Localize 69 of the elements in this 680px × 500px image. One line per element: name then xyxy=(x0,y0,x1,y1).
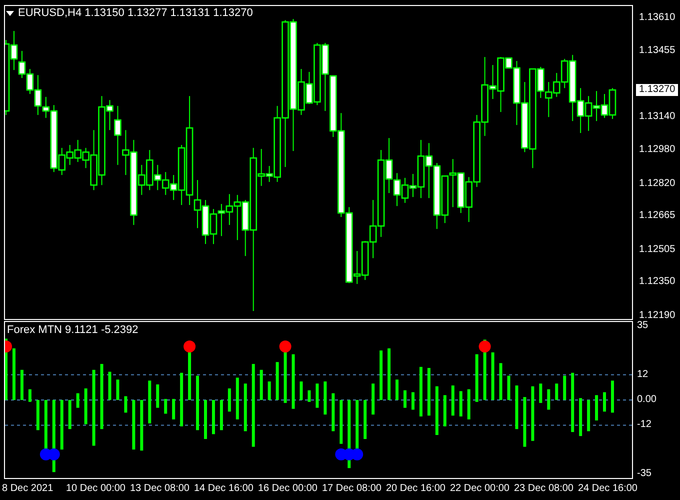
indicator-axis-label: -35 xyxy=(637,468,652,480)
price-axis-label: 1.12350 xyxy=(639,276,676,288)
price-axis-label: 1.13140 xyxy=(639,110,676,123)
bar xyxy=(164,400,168,414)
indicator-title: Forex MTN 9.1121 -5.2392 xyxy=(7,324,138,337)
time-axis-label: 24 Dec 16:00 xyxy=(578,483,638,495)
bar xyxy=(36,400,40,430)
price-axis-label: 1.12505 xyxy=(639,244,676,256)
time-axis-label: 17 Dec 08:00 xyxy=(322,483,382,495)
price-axis-label: 1.12665 xyxy=(639,210,676,222)
bar xyxy=(132,400,136,450)
candlestick xyxy=(114,105,122,166)
bar xyxy=(340,400,343,444)
time-axis-label: 14 Dec 16:00 xyxy=(194,483,254,495)
bar xyxy=(212,400,215,434)
bar xyxy=(555,384,558,400)
indicator-axis-label: -12 xyxy=(637,419,652,432)
time-axis-label: 13 Dec 08:00 xyxy=(130,483,190,495)
bar xyxy=(12,348,16,400)
price-axis-label: 1.13610 xyxy=(639,12,676,24)
bar xyxy=(579,400,582,436)
bar xyxy=(220,400,223,430)
time-axis-label: 23 Dec 08:00 xyxy=(514,483,574,495)
bar xyxy=(308,390,311,400)
bar xyxy=(475,354,478,400)
indicator-axis-label: 35 xyxy=(637,320,648,332)
bar xyxy=(172,400,176,420)
bar xyxy=(364,400,367,439)
time-axis-label: 22 Dec 00:00 xyxy=(450,483,510,495)
bar xyxy=(268,381,271,400)
bar xyxy=(396,380,399,400)
bar xyxy=(563,376,566,400)
bar xyxy=(188,351,192,400)
indicator-axis-label: 12 xyxy=(637,368,648,381)
bar xyxy=(124,400,128,413)
time-axis-label: 20 Dec 16:00 xyxy=(386,483,446,495)
bar xyxy=(276,362,279,400)
bar xyxy=(491,352,494,400)
time-axis-label: 16 Dec 00:00 xyxy=(258,483,318,495)
bar xyxy=(499,363,502,400)
bar xyxy=(20,370,24,400)
dropdown-triangle-icon[interactable] xyxy=(6,11,14,16)
bar xyxy=(260,370,263,400)
bar xyxy=(356,400,359,449)
bar xyxy=(507,376,510,400)
price-axis-label: 1.12190 xyxy=(639,310,676,322)
bar xyxy=(204,400,207,439)
bar xyxy=(300,381,303,400)
bar xyxy=(539,384,542,400)
current-price-label: 1.13270 xyxy=(636,84,678,96)
time-axis-label: 10 Dec 00:00 xyxy=(66,483,126,495)
bar xyxy=(68,400,72,430)
bar xyxy=(388,348,391,400)
bar xyxy=(28,389,32,400)
indicator-axis-label: 0.00 xyxy=(637,394,656,406)
price-axis-label: 1.12820 xyxy=(639,178,676,190)
bar xyxy=(116,380,120,400)
price-axis-label: 1.12980 xyxy=(639,144,676,156)
chart-title: EURUSD,H4 1.13150 1.13277 1.13131 1.13270 xyxy=(18,7,253,20)
bar xyxy=(44,400,48,450)
bar xyxy=(60,400,64,450)
bar xyxy=(140,400,144,451)
bar xyxy=(108,372,112,400)
bar xyxy=(284,351,287,400)
bar xyxy=(523,400,526,447)
time-axis-label: 8 Dec 2021 xyxy=(2,483,54,495)
bar xyxy=(380,350,383,400)
bar xyxy=(587,400,590,432)
price-axis-label: 1.13455 xyxy=(639,44,676,56)
